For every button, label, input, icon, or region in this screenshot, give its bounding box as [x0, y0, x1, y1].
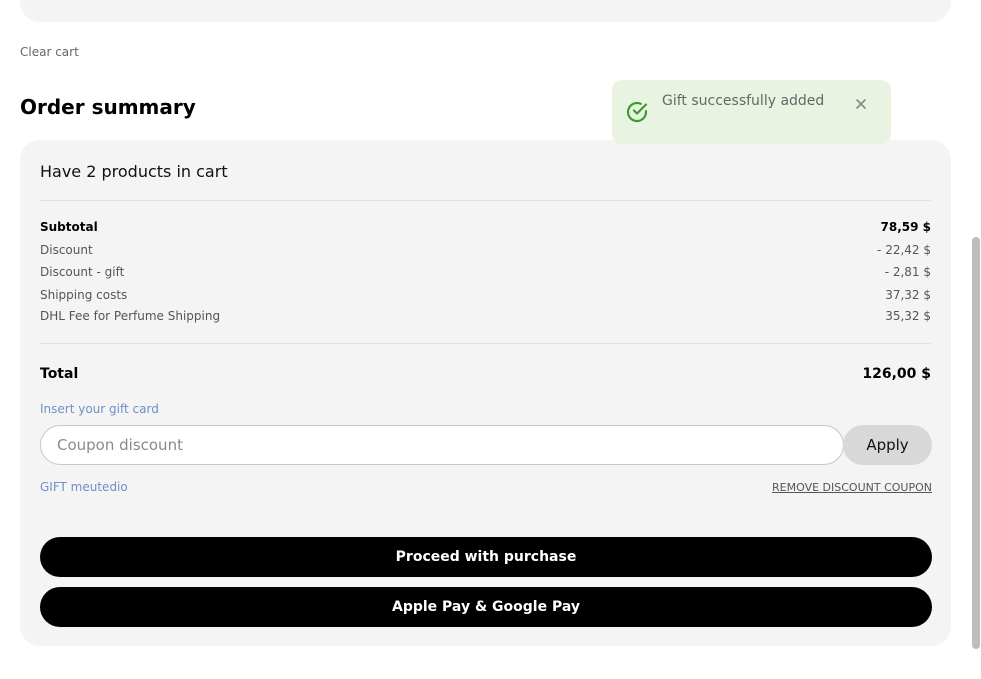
proceed-button[interactable]: Proceed with purchase	[40, 537, 932, 577]
gift-discount-row: Discount - gift - 2,81 $	[40, 265, 931, 279]
divider	[40, 343, 931, 344]
products-count: Have 2 products in cart	[40, 162, 228, 181]
discount-value: - 22,42 $	[877, 243, 931, 257]
discount-label: Discount	[40, 243, 93, 257]
wallet-pay-button[interactable]: Apple Pay & Google Pay	[40, 587, 932, 627]
gift-discount-value: - 2,81 $	[884, 265, 931, 279]
scrollbar-thumb[interactable]	[972, 237, 980, 649]
close-icon[interactable]	[854, 96, 868, 110]
dhl-fee-value: 35,32 $	[885, 309, 931, 323]
dhl-fee-row: DHL Fee for Perfume Shipping 35,32 $	[40, 309, 931, 323]
apply-button[interactable]: Apply	[843, 425, 932, 465]
scrollbar[interactable]	[972, 0, 981, 679]
dhl-fee-label: DHL Fee for Perfume Shipping	[40, 309, 221, 323]
total-label: Total	[40, 366, 79, 382]
clear-cart-link[interactable]: Clear cart	[20, 45, 79, 59]
check-circle-icon	[625, 100, 649, 124]
total-value: 126,00 $	[862, 366, 931, 382]
subtotal-row: Subtotal 78,59 $	[40, 220, 931, 234]
divider	[40, 200, 931, 201]
shipping-label: Shipping costs	[40, 288, 128, 302]
shipping-row: Shipping costs 37,32 $	[40, 288, 931, 302]
order-summary-title: Order summary	[20, 95, 196, 119]
toast-message: Gift successfully added	[662, 93, 825, 109]
discount-row: Discount - 22,42 $	[40, 243, 931, 257]
toast-notification: Gift successfully added	[612, 80, 891, 144]
previous-section-card	[20, 0, 951, 22]
subtotal-label: Subtotal	[40, 220, 98, 234]
coupon-input[interactable]	[40, 425, 844, 465]
shipping-value: 37,32 $	[885, 288, 931, 302]
subtotal-value: 78,59 $	[880, 220, 931, 234]
total-row: Total 126,00 $	[40, 366, 931, 382]
gift-card-label: Insert your gift card	[40, 402, 159, 416]
remove-coupon-link[interactable]: REMOVE DISCOUNT COUPON	[772, 481, 932, 494]
order-summary-card: Have 2 products in cart Subtotal 78,59 $…	[20, 140, 951, 646]
gift-discount-label: Discount - gift	[40, 265, 125, 279]
applied-gift-code: GIFT meutedio	[40, 480, 128, 494]
